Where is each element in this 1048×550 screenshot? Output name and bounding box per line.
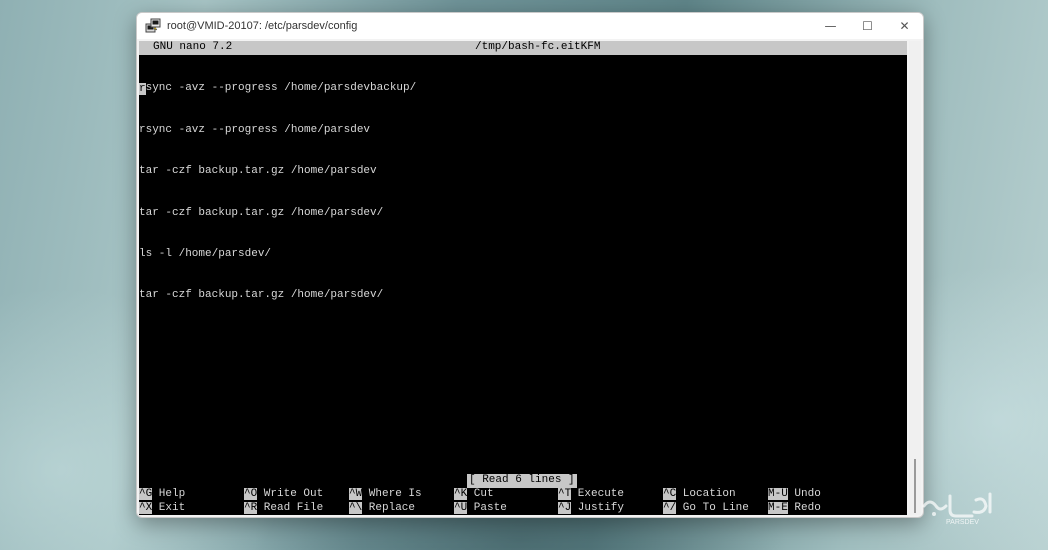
terminal-window: root@VMID-20107: /etc/parsdev/config — ☐… xyxy=(136,12,924,518)
window-controls: — ☐ ✕ xyxy=(812,13,923,39)
buffer-line: tar -czf backup.tar.gz /home/parsdev xyxy=(139,165,377,178)
nano-version: GNU nano 7.2 xyxy=(153,41,233,53)
buffer-line: rsync -avz --progress /home/parsdevbacku… xyxy=(139,82,417,96)
shortcut-read-file[interactable]: ^R Read File xyxy=(244,501,323,515)
vertical-scrollbar[interactable] xyxy=(909,41,921,515)
close-button[interactable]: ✕ xyxy=(886,13,923,39)
shortcut-execute[interactable]: ^T Execute xyxy=(558,488,624,502)
shortcut-bar: ^G Help ^O Write Out ^W Where Is ^K Cut … xyxy=(139,488,907,515)
shortcut-undo[interactable]: M-U Undo xyxy=(768,488,821,502)
svg-text:PARSDEV: PARSDEV xyxy=(946,519,979,526)
maximize-button[interactable]: ☐ xyxy=(849,13,886,39)
shortcut-location[interactable]: ^C Location xyxy=(663,488,736,502)
status-message: [ Read 6 lines ] xyxy=(467,474,577,488)
shortcut-cut[interactable]: ^K Cut xyxy=(454,488,494,502)
shortcut-redo[interactable]: M-E Redo xyxy=(768,501,821,515)
text-cursor: r xyxy=(139,83,146,96)
putty-icon xyxy=(145,18,161,33)
buffer-line: tar -czf backup.tar.gz /home/parsdev/ xyxy=(139,289,384,302)
shortcut-justify[interactable]: ^J Justify xyxy=(558,501,624,515)
shortcut-replace[interactable]: ^\ Replace xyxy=(349,501,415,515)
shortcut-go-to-line[interactable]: ^/ Go To Line xyxy=(663,501,749,515)
buffer-line: ls -l /home/parsdev/ xyxy=(139,247,272,260)
shortcut-exit[interactable]: ^X Exit xyxy=(139,501,185,515)
text-buffer[interactable]: rsync -avz --progress /home/parsdevbacku… xyxy=(139,55,416,331)
buffer-line: tar -czf backup.tar.gz /home/parsdev/ xyxy=(139,206,384,219)
title-bar[interactable]: root@VMID-20107: /etc/parsdev/config — ☐… xyxy=(137,13,923,39)
shortcut-help[interactable]: ^G Help xyxy=(139,488,185,502)
minimize-button[interactable]: — xyxy=(812,13,849,39)
shortcut-where-is[interactable]: ^W Where Is xyxy=(349,488,422,502)
nano-file-name: /tmp/bash-fc.eitKFM xyxy=(475,41,601,53)
parsdev-watermark-logo: PARSDEV xyxy=(922,492,992,526)
nano-title-bar: GNU nano 7.2 /tmp/bash-fc.eitKFM xyxy=(139,41,907,55)
shortcut-paste[interactable]: ^U Paste xyxy=(454,501,507,515)
terminal-screen[interactable]: GNU nano 7.2 /tmp/bash-fc.eitKFM rsync -… xyxy=(139,41,907,515)
shortcut-write-out[interactable]: ^O Write Out xyxy=(244,488,323,502)
window-title: root@VMID-20107: /etc/parsdev/config xyxy=(167,20,358,32)
buffer-line: rsync -avz --progress /home/parsdev xyxy=(139,123,371,136)
